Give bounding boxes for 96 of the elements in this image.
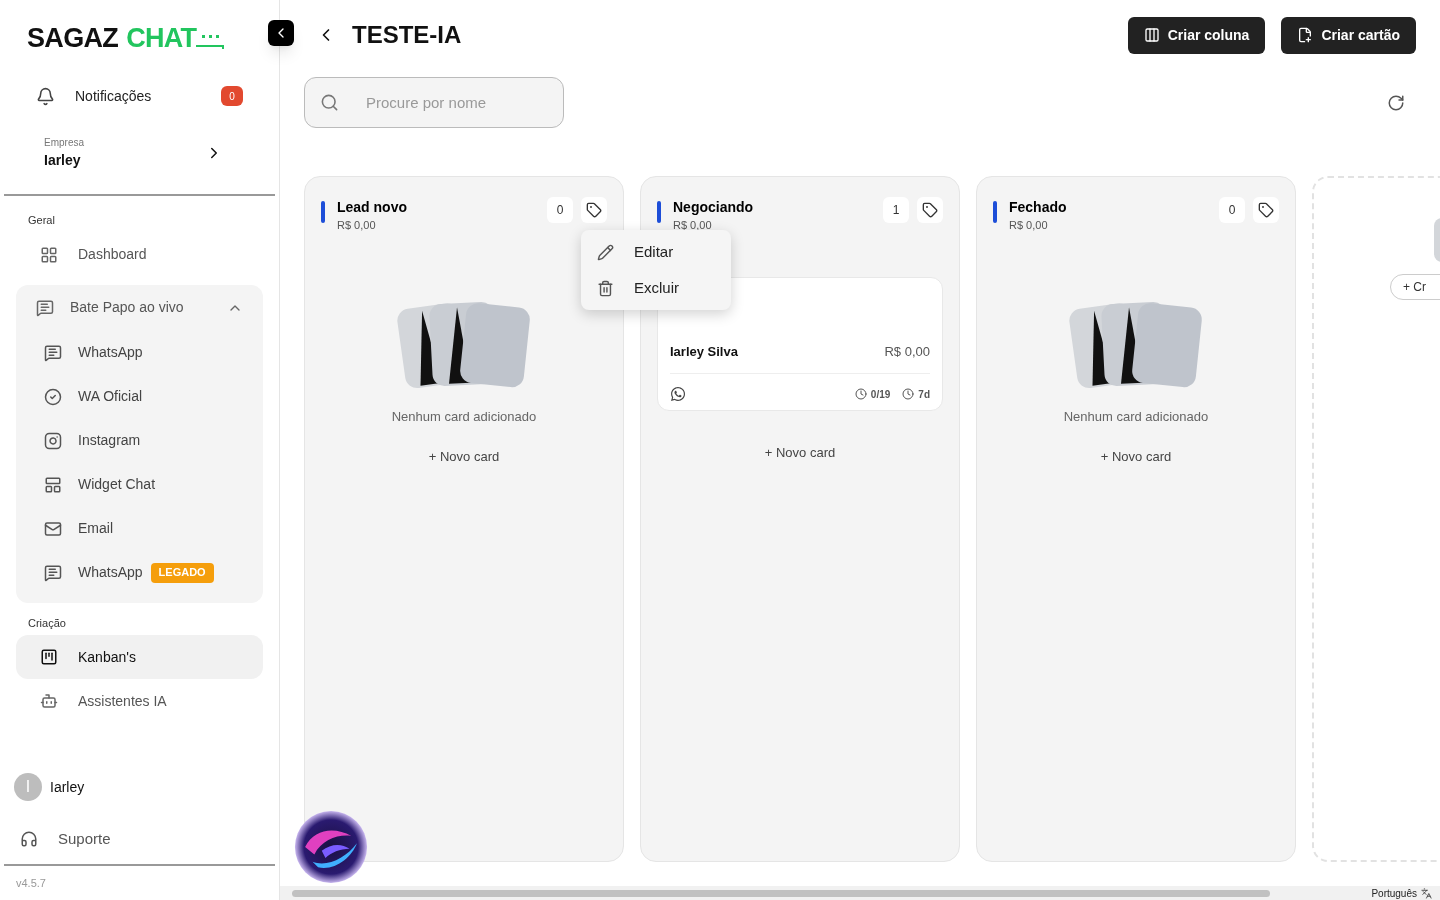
channel-icon <box>44 563 62 582</box>
nav-label: WhatsApp <box>78 563 143 582</box>
lead-name: Iarley Silva <box>670 342 738 361</box>
lead-value: R$ 0,00 <box>884 342 930 361</box>
menu-label: Editar <box>634 241 674 262</box>
nav-group-header[interactable]: Bate Papo ao vivo <box>16 284 263 331</box>
tag-icon <box>1258 202 1274 218</box>
new-card-button[interactable]: + Novo card <box>428 446 500 466</box>
collapse-sidebar-button[interactable] <box>268 20 294 46</box>
column-color-bar <box>993 201 997 223</box>
nav-icon <box>40 245 58 264</box>
bell-icon <box>36 86 55 106</box>
scrollbar-thumb[interactable] <box>292 889 1270 897</box>
nav-label: Kanban's <box>78 647 136 667</box>
nav-item[interactable]: Dashboard <box>16 232 263 277</box>
nav-label: Dashboard <box>78 245 147 264</box>
nav-item[interactable]: Widget Chat <box>16 462 263 507</box>
new-card-button[interactable]: + Novo card <box>764 443 836 463</box>
column-total: R$ 0,00 <box>673 218 713 233</box>
headset-icon <box>20 830 38 848</box>
company-name: Iarley <box>44 151 82 170</box>
tag-icon <box>922 202 938 218</box>
user-name: Iarley <box>50 777 85 797</box>
card-count: 0 <box>547 197 573 223</box>
column-total: R$ 0,00 <box>337 218 377 233</box>
nav-label: WhatsApp <box>78 343 143 362</box>
nav-label: Instagram <box>78 431 141 450</box>
new-card-button[interactable]: + Novo card <box>1100 446 1172 466</box>
clock-icon <box>854 388 867 400</box>
empty-message: Nenhum card adicionado <box>391 408 537 426</box>
tag-icon <box>586 202 602 218</box>
nav-item[interactable]: WhatsApp LEGADO <box>16 550 263 595</box>
nav-label: WA Oficial <box>78 387 143 406</box>
section-title: Geral <box>27 213 56 228</box>
create-column-button[interactable]: Criar coluna <box>1127 16 1266 54</box>
channel-icon <box>44 387 62 406</box>
column-title: Lead novo <box>337 198 407 217</box>
logo-text: CHAT <box>126 21 197 55</box>
tag-button[interactable] <box>917 197 943 223</box>
channel-icon <box>44 343 62 362</box>
trash-icon <box>597 279 614 297</box>
column-title: Negociando <box>673 198 754 217</box>
column-total: R$ 0,00 <box>1009 218 1049 233</box>
nav-item[interactable]: Instagram <box>16 418 263 463</box>
column-color-bar <box>321 201 325 223</box>
nav-item[interactable]: WA Oficial <box>16 374 263 419</box>
search-field[interactable]: Procure por nome <box>304 77 564 128</box>
columns-icon <box>1143 27 1160 43</box>
card-age: 7d <box>918 387 930 402</box>
task-count: 0/19 <box>870 387 891 402</box>
nav-label: Email <box>78 519 113 538</box>
card-count: 1 <box>883 197 909 223</box>
notifications-label: Notificações <box>75 86 152 106</box>
support-label: Suporte <box>58 828 111 849</box>
language-label: Português <box>1371 886 1417 900</box>
search-icon <box>320 93 339 112</box>
logo-text: SAGAZ <box>27 21 119 55</box>
tag-button[interactable] <box>1253 197 1279 223</box>
legacy-badge: LEGADO <box>150 562 214 583</box>
card-count: 0 <box>1219 197 1245 223</box>
company-selector[interactable]: Empresa Iarley <box>16 128 263 178</box>
message-icon <box>36 298 54 317</box>
notifications-item[interactable]: Notificações 0 <box>16 76 263 116</box>
nav-label: Widget Chat <box>78 475 156 494</box>
nav-item[interactable]: WhatsApp <box>16 330 263 375</box>
pencil-icon <box>597 243 614 261</box>
whatsapp-icon <box>670 386 686 402</box>
column-title: Fechado <box>1009 198 1067 217</box>
clock-icon <box>902 388 915 400</box>
support-item[interactable]: Suporte <box>0 814 279 864</box>
nav-item[interactable]: Email <box>16 506 263 551</box>
channel-icon <box>44 431 62 450</box>
company-caption: Empresa <box>44 136 84 150</box>
column-color-bar <box>657 201 661 223</box>
translate-icon <box>1421 887 1432 899</box>
create-column-button[interactable]: + Cr <box>1390 274 1440 300</box>
nav-icon <box>40 692 58 710</box>
version-label: v4.5.7 <box>16 875 46 891</box>
nav-item[interactable]: Kanban's <box>16 635 263 679</box>
tag-button[interactable] <box>581 197 607 223</box>
nav-icon <box>40 648 58 666</box>
channel-icon <box>44 519 62 538</box>
page-title: TESTE-IA <box>352 20 462 50</box>
empty-message: Nenhum card adicionado <box>1063 408 1209 426</box>
chat-bubble-icon <box>196 35 225 49</box>
nav-group-label: Bate Papo ao vivo <box>70 298 184 317</box>
nav-label: Assistentes IA <box>78 691 167 711</box>
add-document-icon <box>1297 27 1314 43</box>
assistant-orb-button[interactable] <box>294 810 368 884</box>
section-title: Criação <box>27 615 67 631</box>
nav-item[interactable]: Assistentes IA <box>16 679 263 723</box>
notification-count: 0 <box>221 86 243 106</box>
channel-icon <box>44 475 62 494</box>
create-card-button[interactable]: Criar cartão <box>1281 16 1416 54</box>
menu-item[interactable]: Editar <box>581 234 731 270</box>
refresh-icon[interactable] <box>1387 93 1405 112</box>
